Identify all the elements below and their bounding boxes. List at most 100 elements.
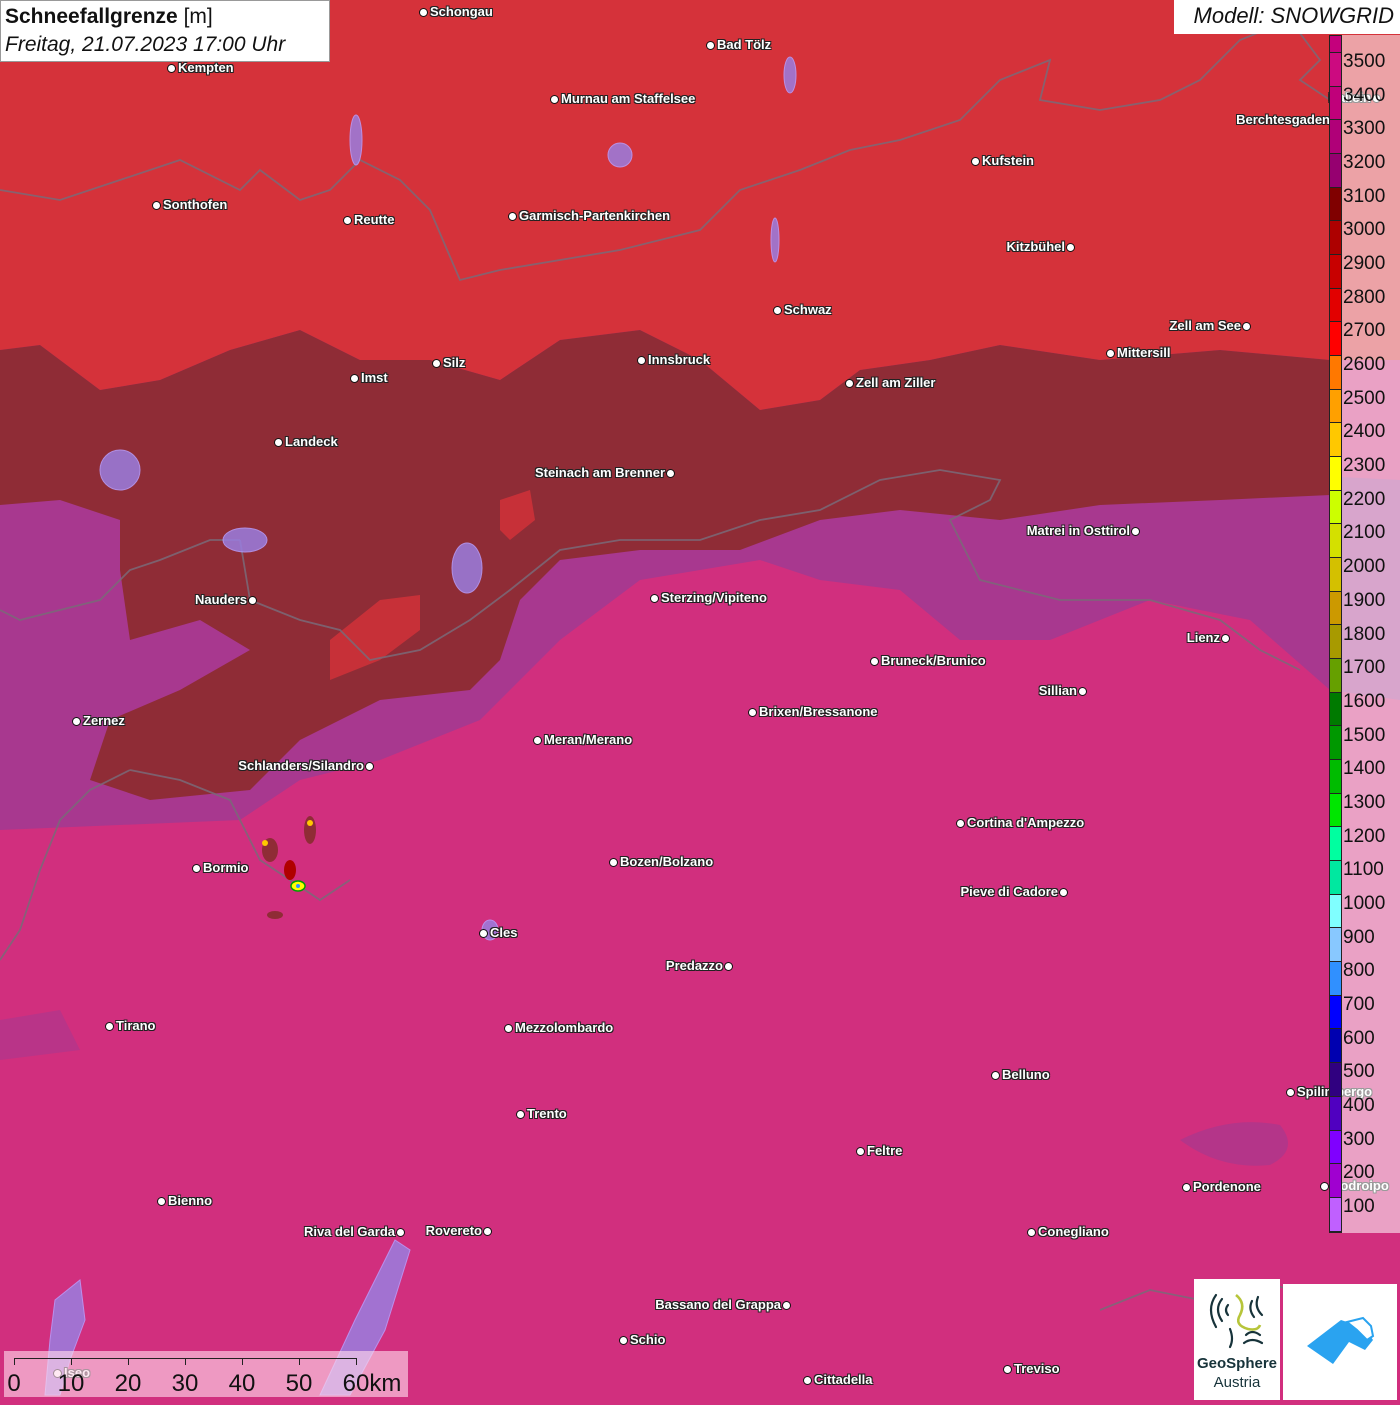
legend-swatch	[1330, 591, 1341, 626]
legend-swatch	[1330, 221, 1341, 256]
legend-label: 1800	[1343, 623, 1386, 645]
legend-label: 2900	[1343, 252, 1386, 274]
city-name: Zell am Ziller	[856, 375, 936, 390]
city-dot-icon	[1242, 322, 1251, 331]
city-dot-icon	[1078, 687, 1087, 696]
legend-swatch	[1330, 36, 1341, 53]
legend-swatch	[1330, 558, 1341, 592]
legend-label: 3100	[1343, 185, 1386, 207]
legend-swatch	[1330, 1197, 1341, 1232]
legend-label: 1600	[1343, 690, 1386, 712]
city-name: Sterzing/Vipiteno	[661, 590, 767, 605]
geosphere-name: GeoSphere	[1196, 1355, 1278, 1372]
legend-label: 1300	[1343, 791, 1386, 813]
city-dot-icon	[650, 594, 659, 603]
scale-tick	[356, 1358, 357, 1365]
scale-tick	[71, 1358, 72, 1365]
city-name: Bad Tölz	[717, 37, 772, 52]
legend-swatch	[1330, 692, 1341, 727]
city-dot-icon	[105, 1022, 114, 1031]
city-dot-icon	[609, 858, 618, 867]
mountain-snow-icon	[1307, 1316, 1375, 1364]
legend-swatch	[1330, 86, 1341, 121]
city-dot-icon	[533, 736, 542, 745]
geosphere-logo[interactable]: GeoSphere Austria	[1194, 1279, 1280, 1400]
city-name: Schwaz	[784, 302, 832, 317]
legend-swatch	[1330, 1130, 1341, 1165]
legend-swatch	[1330, 120, 1341, 155]
city-dot-icon	[167, 64, 176, 73]
legend-swatch	[1330, 524, 1341, 559]
city-dot-icon	[1182, 1183, 1191, 1192]
city-dot-icon	[365, 762, 374, 771]
snowgrid-logo[interactable]	[1283, 1284, 1397, 1400]
legend-label: 2600	[1343, 354, 1386, 375]
forecast-datetime: Freitag, 21.07.2023 17:00 Uhr	[5, 33, 286, 56]
legend-swatch	[1330, 894, 1341, 929]
city-name: Riva del Garda	[303, 1224, 395, 1239]
city-dot-icon	[1059, 888, 1068, 897]
city-name: Bormio	[203, 860, 249, 875]
legend-swatch	[1330, 255, 1341, 289]
legend-swatch	[1330, 827, 1341, 862]
legend-label: 2100	[1343, 522, 1386, 544]
legend-label: 900	[1343, 926, 1375, 948]
city-name: Zernez	[83, 713, 125, 728]
legend-swatch	[1330, 793, 1341, 828]
city-name: Steinach am Brenner	[534, 465, 665, 480]
city-name: Bozen/Bolzano	[620, 854, 714, 869]
legend-label: 2300	[1343, 455, 1386, 477]
legend-swatch	[1330, 1164, 1341, 1198]
legend-label: 1100	[1343, 859, 1384, 881]
city-name: Brixen/Bressanone	[759, 704, 878, 719]
legend-label: 300	[1343, 1128, 1375, 1150]
legend-label: 3200	[1343, 151, 1386, 173]
city-dot-icon	[773, 306, 782, 315]
city-dot-icon	[396, 1228, 405, 1237]
city-name: Bienno	[168, 1193, 213, 1208]
map-title: Schneefallgrenze [m]	[5, 3, 325, 31]
city-name: Nauders	[194, 592, 247, 607]
city-name: Reutte	[354, 212, 395, 227]
city-dot-icon	[1027, 1228, 1036, 1237]
city-dot-icon	[637, 356, 646, 365]
city-name: Innsbruck	[648, 352, 711, 367]
city-name: Belluno	[1002, 1067, 1050, 1082]
legend-swatch	[1330, 1029, 1341, 1064]
city-dot-icon	[504, 1024, 513, 1033]
legend-swatch	[1330, 995, 1341, 1030]
legend-swatch	[1330, 962, 1341, 996]
scale-label: 60km	[342, 1370, 402, 1397]
city-name: Meran/Merano	[544, 732, 633, 747]
legend-label: 500	[1343, 1061, 1375, 1083]
legend-label: 3000	[1343, 219, 1386, 241]
legend-label: 1400	[1343, 758, 1386, 780]
legend-swatch	[1330, 861, 1341, 895]
legend-label: 700	[1343, 994, 1375, 1016]
city-dot-icon	[706, 41, 715, 50]
legend-swatch	[1330, 187, 1341, 222]
city-name: Predazzo	[665, 958, 723, 973]
city-dot-icon	[479, 929, 488, 938]
city-name: Murnau am Staffelsee	[561, 91, 696, 106]
city-name: Kufstein	[982, 153, 1034, 168]
legend-label: 1000	[1343, 892, 1386, 914]
city-name: Treviso	[1014, 1361, 1060, 1376]
legend-label: 3300	[1343, 118, 1386, 140]
legend-swatch	[1330, 625, 1341, 660]
legend-label: 2500	[1343, 387, 1386, 409]
city-name: Trento	[527, 1106, 567, 1121]
city-name: Rovereto	[425, 1223, 482, 1238]
city-dot-icon	[956, 819, 965, 828]
city-name: Imst	[361, 370, 388, 385]
scale-label: 50	[285, 1370, 313, 1397]
city-name: Silz	[443, 355, 466, 370]
legend-swatch	[1330, 389, 1341, 424]
title-text: Schneefallgrenze	[5, 5, 178, 28]
city-name: Bassano del Grappa	[655, 1297, 781, 1312]
city-dot-icon	[856, 1147, 865, 1156]
city-dot-icon	[157, 1197, 166, 1206]
city-name: Cortina d'Ampezzo	[967, 815, 1085, 830]
city-name: Conegliano	[1038, 1224, 1109, 1239]
city-name: Mittersill	[1117, 345, 1171, 360]
